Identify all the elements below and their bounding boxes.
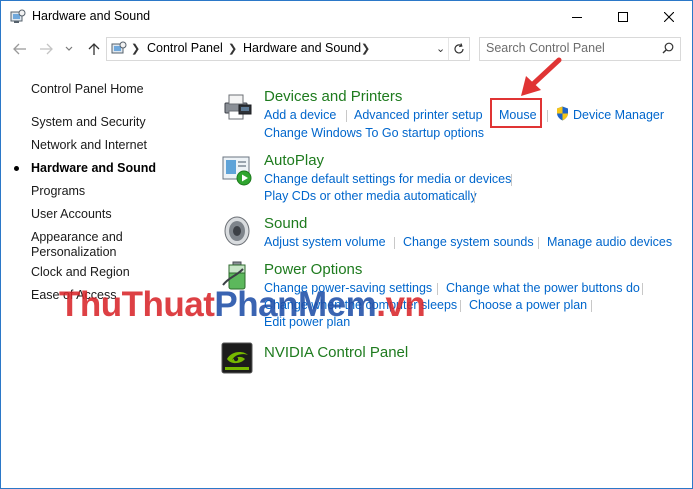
window-title: Hardware and Sound	[32, 9, 151, 23]
refresh-button[interactable]	[448, 38, 469, 60]
nav-clock-and-region[interactable]: Clock and Region	[31, 265, 130, 280]
link-separator	[394, 237, 395, 249]
speaker-icon	[224, 216, 250, 246]
close-button[interactable]	[646, 1, 692, 32]
forward-arrow-icon	[40, 43, 53, 55]
change-windows-to-go-link[interactable]: Change Windows To Go startup options	[264, 126, 484, 140]
minimize-icon	[572, 16, 582, 18]
play-cds-link[interactable]: Play CDs or other media automatically	[264, 189, 477, 203]
forward-button[interactable]	[37, 40, 55, 58]
control-panel-icon	[111, 41, 127, 54]
breadcrumb-hardware-and-sound[interactable]: Hardware and Sound	[243, 41, 361, 55]
search-input[interactable]	[486, 40, 651, 56]
nvidia-icon	[221, 342, 253, 374]
mouse-highlight-box	[490, 98, 542, 128]
adjust-system-volume-link[interactable]: Adjust system volume	[264, 235, 386, 249]
sound-title[interactable]: Sound	[264, 215, 307, 232]
printer-icon	[224, 94, 252, 120]
link-separator	[437, 283, 438, 295]
refresh-icon	[454, 43, 464, 54]
back-button[interactable]	[11, 40, 29, 58]
nav-hardware-and-sound: Hardware and Sound	[31, 161, 157, 175]
nvidia-control-panel-title[interactable]: NVIDIA Control Panel	[264, 344, 408, 361]
choose-power-plan-link[interactable]: Choose a power plan	[469, 298, 587, 312]
change-system-sounds-link[interactable]: Change system sounds	[403, 235, 534, 249]
minimize-button[interactable]	[554, 1, 600, 32]
link-separator	[642, 283, 643, 295]
nav-network-and-internet[interactable]: Network and Internet	[31, 138, 147, 153]
manage-audio-devices-link[interactable]: Manage audio devices	[547, 235, 672, 249]
address-bar[interactable]: ❯ Control Panel ❯ Hardware and Sound ❯ ⌄	[106, 37, 470, 61]
maximize-icon	[618, 11, 628, 22]
nav-appearance-and-personalization-line2[interactable]: Personalization	[31, 245, 116, 260]
link-separator	[474, 191, 475, 203]
device-manager-link[interactable]: Device Manager	[573, 108, 664, 122]
maximize-button[interactable]	[600, 1, 646, 32]
link-separator	[460, 300, 461, 312]
link-separator	[591, 300, 592, 312]
title-bar: Hardware and Sound	[1, 1, 692, 32]
breadcrumb-separator-icon[interactable]: ❯	[361, 42, 370, 55]
search-box[interactable]	[479, 37, 681, 61]
nav-control-panel-home[interactable]: Control Panel Home	[31, 82, 144, 97]
breadcrumb-control-panel[interactable]: Control Panel	[147, 41, 223, 55]
nav-appearance-and-personalization[interactable]: Appearance and	[31, 230, 123, 245]
control-panel-window: Hardware and Sound ❯ Control Panel ❯ Har…	[0, 0, 693, 489]
link-separator	[511, 174, 512, 186]
recent-locations-button[interactable]	[63, 40, 75, 58]
nav-user-accounts[interactable]: User Accounts	[31, 207, 112, 222]
autoplay-title[interactable]: AutoPlay	[264, 152, 324, 169]
power-options-title[interactable]: Power Options	[264, 261, 362, 278]
up-arrow-icon	[88, 43, 100, 55]
autoplay-icon	[222, 156, 252, 186]
uac-shield-icon	[557, 106, 568, 121]
watermark: ThuThuatPhanMem.vn	[59, 285, 426, 324]
active-bullet	[14, 166, 19, 171]
add-a-device-link[interactable]: Add a device	[264, 108, 336, 122]
change-default-settings-link[interactable]: Change default settings for media or dev…	[264, 172, 511, 186]
chevron-down-icon	[65, 46, 73, 51]
back-arrow-icon	[13, 43, 26, 55]
up-button[interactable]	[85, 40, 103, 58]
nav-programs[interactable]: Programs	[31, 184, 85, 199]
link-separator	[538, 237, 539, 249]
search-icon[interactable]	[662, 42, 674, 54]
breadcrumb-separator-icon: ❯	[131, 43, 141, 55]
advanced-printer-setup-link[interactable]: Advanced printer setup	[354, 108, 483, 122]
close-icon	[664, 11, 674, 22]
breadcrumb-separator-icon[interactable]: ❯	[228, 42, 237, 55]
link-separator	[346, 110, 347, 122]
control-panel-icon	[10, 9, 26, 23]
navigation-bar: ❯ Control Panel ❯ Hardware and Sound ❯ ⌄	[1, 32, 692, 66]
annotation-arrow-icon	[521, 57, 562, 96]
devices-and-printers-title[interactable]: Devices and Printers	[264, 88, 402, 105]
link-separator	[547, 110, 548, 122]
address-history-dropdown[interactable]: ⌄	[436, 42, 445, 55]
nav-system-and-security[interactable]: System and Security	[31, 115, 146, 130]
change-power-buttons-link[interactable]: Change what the power buttons do	[446, 281, 640, 295]
